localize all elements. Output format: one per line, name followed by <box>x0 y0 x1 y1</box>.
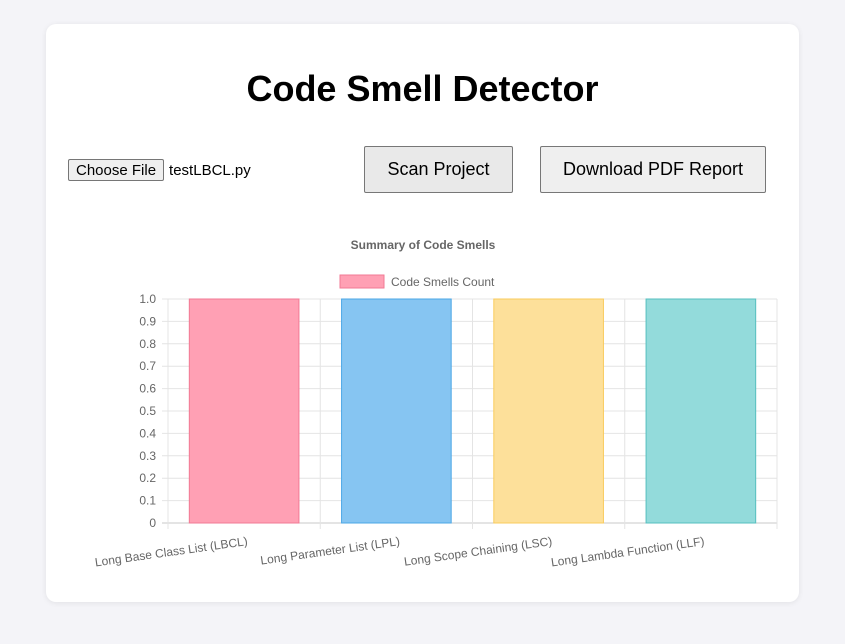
y-tick-label: 0.5 <box>139 404 156 418</box>
y-tick-label: 0.6 <box>139 382 156 396</box>
bar-1 <box>188 298 300 524</box>
chart-title: Summary of Code Smells <box>351 238 496 252</box>
x-tick-label: Long Lambda Function (LLF) <box>550 534 705 569</box>
bar-2 <box>341 298 452 524</box>
y-tick-label: 0.1 <box>139 494 156 508</box>
y-tick-label: 1.0 <box>139 292 156 306</box>
y-tick-label: 0.8 <box>139 337 156 351</box>
legend-swatch <box>339 274 385 289</box>
x-tick-label: Long Scope Chaining (LSC) <box>403 534 553 569</box>
y-tick-label: 0.7 <box>139 359 156 373</box>
y-tick-label: 0.9 <box>139 314 156 328</box>
y-tick-label: 0.4 <box>139 426 156 440</box>
y-tick-label: 0.2 <box>139 471 156 485</box>
x-tick-label: Long Base Class List (LBCL) <box>94 534 249 569</box>
legend-label: Code Smells Count <box>391 275 495 289</box>
bar-4 <box>645 298 757 524</box>
y-tick-label: 0.3 <box>139 449 156 463</box>
y-tick-label: 0 <box>149 516 156 530</box>
code-smells-bar-chart: Summary of Code Smells Code Smells Count 0… <box>94 238 778 570</box>
bar-3 <box>493 298 604 524</box>
x-tick-label: Long Parameter List (LPL) <box>259 534 400 567</box>
